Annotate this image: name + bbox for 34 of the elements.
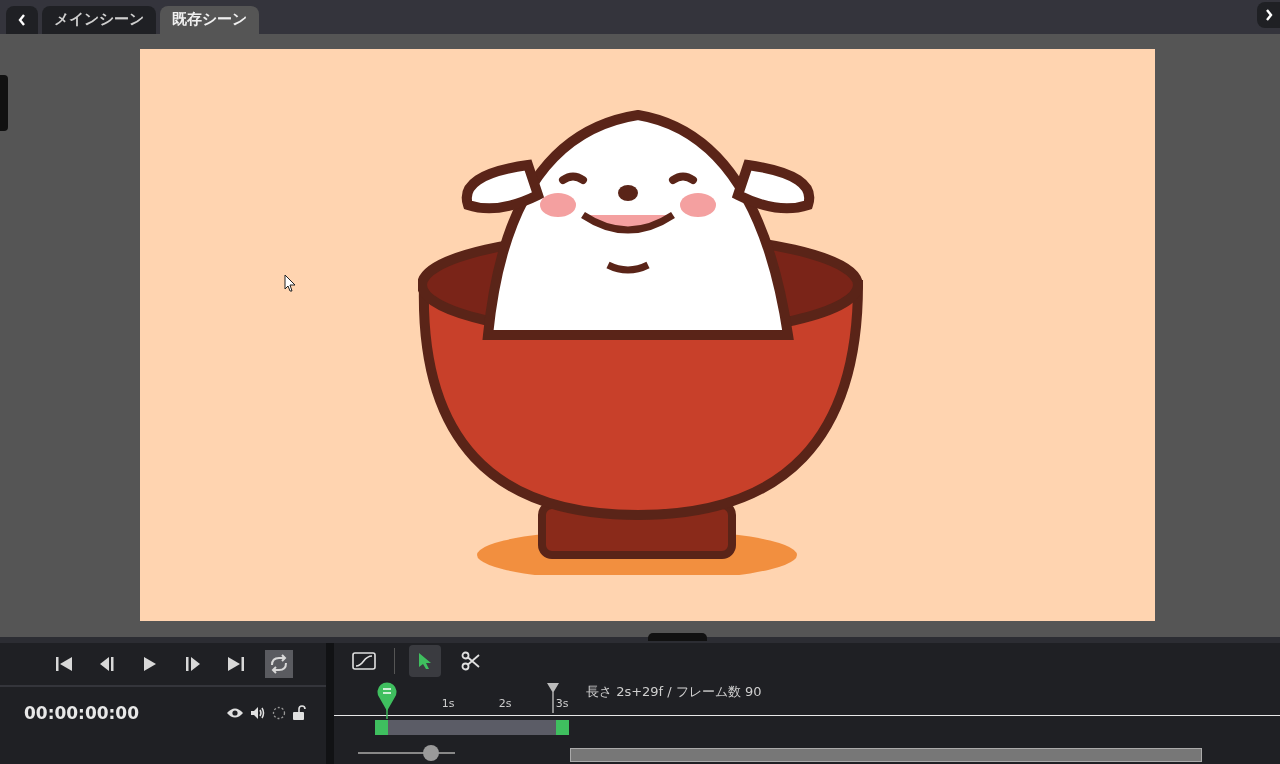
pointer-icon xyxy=(418,652,432,670)
chevron-left-icon xyxy=(18,13,26,26)
loop-button[interactable] xyxy=(265,650,293,678)
zoom-slider-thumb[interactable] xyxy=(422,745,439,761)
skip-end-icon xyxy=(227,656,245,672)
timecode: 00:00:00:00 xyxy=(24,703,140,723)
dashed-circle-icon[interactable] xyxy=(272,706,286,720)
duration-info: 長さ 2s+29f / フレーム数 90 xyxy=(586,683,762,701)
play-icon xyxy=(143,656,157,672)
back-button[interactable] xyxy=(6,5,38,34)
panel-handle[interactable] xyxy=(0,74,8,131)
ruler-tick-label: 2s xyxy=(498,697,512,710)
horizontal-scrollbar[interactable] xyxy=(570,748,1202,762)
playhead-marker[interactable] xyxy=(377,681,397,719)
ruler-tick-label: 1s xyxy=(441,697,455,710)
cursor-icon xyxy=(284,274,296,293)
clip-bar[interactable] xyxy=(375,720,569,735)
unlock-icon[interactable] xyxy=(292,705,306,721)
scene-tab[interactable]: メインシーン xyxy=(42,5,156,34)
zoom-slider[interactable] xyxy=(358,745,455,761)
panel-handle[interactable] xyxy=(648,633,707,641)
eye-icon[interactable] xyxy=(226,707,244,719)
forward-button[interactable] xyxy=(1257,1,1280,28)
loop-icon xyxy=(268,654,290,674)
step-back-icon xyxy=(99,656,115,672)
scissors-icon xyxy=(461,651,481,671)
ruler-tick-label: 3s xyxy=(555,697,569,710)
scene-tab[interactable]: 既存シーン xyxy=(160,5,259,34)
chevron-right-icon xyxy=(1264,8,1273,21)
step-forward-icon xyxy=(185,656,201,672)
skip-start-icon xyxy=(55,656,73,672)
pointer-tool-button[interactable] xyxy=(409,645,441,677)
speaker-icon[interactable] xyxy=(250,706,266,720)
curve-icon xyxy=(352,652,376,670)
